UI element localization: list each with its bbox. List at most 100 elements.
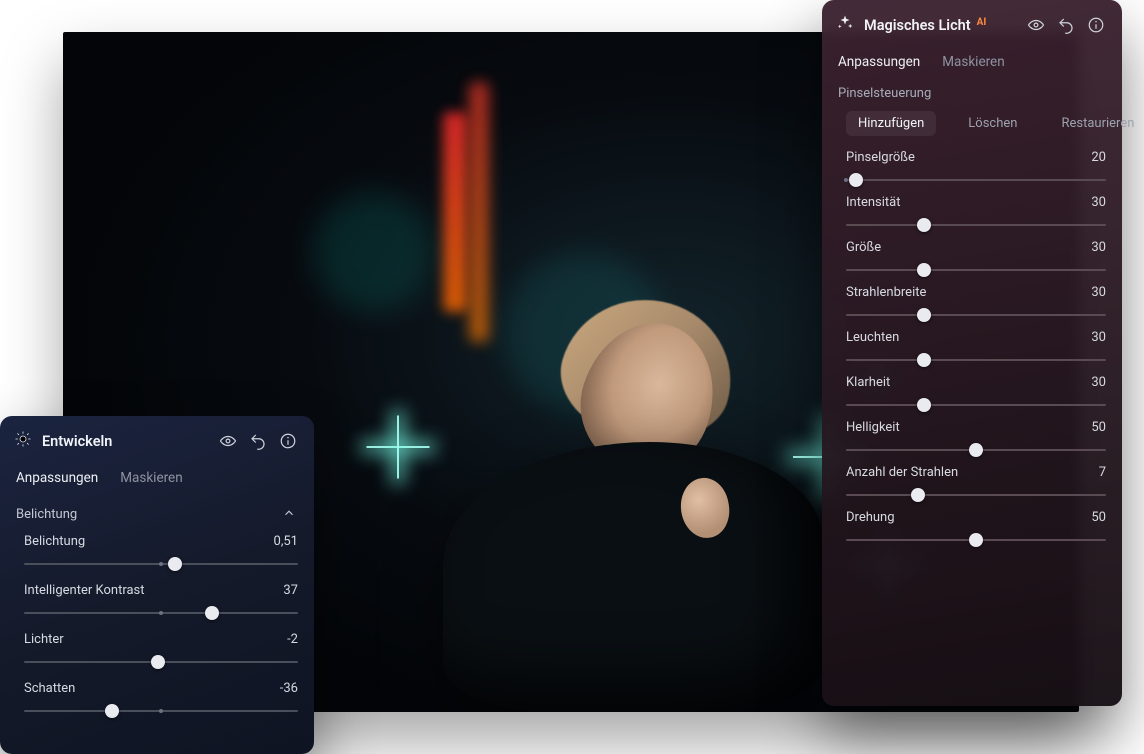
slider-value: 50 [1091, 510, 1106, 525]
undo-icon[interactable] [1056, 15, 1076, 35]
slider-thumb[interactable] [911, 488, 925, 502]
slider-shadows: Schatten -36 [0, 677, 314, 726]
slider-track[interactable] [24, 704, 298, 718]
tab-masking[interactable]: Maskieren [942, 54, 1004, 70]
undo-icon[interactable] [248, 431, 268, 451]
brush-mode-add[interactable]: Hinzufügen [846, 111, 936, 136]
slider-thumb[interactable] [205, 606, 219, 620]
slider-track[interactable] [846, 398, 1106, 412]
slider-track[interactable] [846, 263, 1106, 277]
slider-value: 30 [1091, 285, 1106, 300]
slider-track[interactable] [24, 606, 298, 620]
slider-rail [846, 359, 1106, 361]
info-icon[interactable] [1086, 15, 1106, 35]
brush-mode-erase[interactable]: Löschen [956, 111, 1029, 136]
subject-silhouette [423, 282, 853, 712]
slider-tick [159, 709, 163, 713]
slider-clarity: Klarheit 30 [822, 373, 1122, 418]
sparkle-icon [836, 14, 854, 36]
brush-control-label: Pinselsteuerung [822, 82, 1122, 111]
slider-thumb[interactable] [105, 704, 119, 718]
slider-label: Helligkeit [846, 420, 900, 435]
slider-label: Lichter [24, 632, 64, 647]
brush-mode-restore[interactable]: Restaurieren [1049, 111, 1144, 136]
slider-value: 30 [1091, 375, 1106, 390]
slider-rail [846, 314, 1106, 316]
magic-tabs: Anpassungen Maskieren [822, 48, 1122, 82]
slider-thumb[interactable] [917, 218, 931, 232]
brush-mode-segmented: Hinzufügen Löschen Restaurieren [822, 111, 1122, 148]
slider-glow: Leuchten 30 [822, 328, 1122, 373]
tab-adjustments[interactable]: Anpassungen [838, 54, 920, 70]
info-icon[interactable] [278, 431, 298, 451]
magic-panel-title: Magisches Licht [864, 17, 971, 34]
tab-masking[interactable]: Maskieren [120, 470, 182, 486]
slider-brush_size: Pinselgröße 20 [822, 148, 1122, 193]
slider-value: -2 [287, 632, 298, 647]
slider-track[interactable] [846, 488, 1106, 502]
slider-thumb[interactable] [849, 173, 863, 187]
slider-track[interactable] [846, 308, 1106, 322]
exposure-group-label: Belichtung [16, 507, 77, 522]
slider-value: 30 [1091, 195, 1106, 210]
decor-glow [313, 192, 433, 312]
slider-thumb[interactable] [917, 263, 931, 277]
slider-value: -36 [280, 681, 298, 696]
slider-label: Pinselgröße [846, 150, 915, 165]
slider-highlights: Lichter -2 [0, 628, 314, 677]
chevron-up-icon [282, 506, 298, 522]
slider-value: 20 [1091, 150, 1106, 165]
develop-tabs: Anpassungen Maskieren [0, 464, 314, 498]
slider-track[interactable] [846, 443, 1106, 457]
exposure-group-header[interactable]: Belichtung [0, 498, 314, 530]
magic-sliders: Pinselgröße20Intensität30Größe30Strahlen… [822, 148, 1122, 553]
slider-rail [846, 494, 1106, 496]
slider-label: Anzahl der Strahlen [846, 465, 958, 480]
slider-thumb[interactable] [168, 557, 182, 571]
slider-thumb[interactable] [917, 308, 931, 322]
slider-label: Intelligenter Kontrast [24, 583, 145, 598]
slider-value: 0,51 [274, 534, 298, 549]
slider-label: Drehung [846, 510, 895, 525]
slider-thumb[interactable] [917, 353, 931, 367]
slider-brightness: Helligkeit 50 [822, 418, 1122, 463]
slider-track[interactable] [24, 655, 298, 669]
slider-tick [159, 562, 163, 566]
magic-light-panel: Magisches Licht AI Anpassungen Maskieren… [822, 0, 1122, 706]
slider-label: Strahlenbreite [846, 285, 926, 300]
slider-thumb[interactable] [917, 398, 931, 412]
slider-thumb[interactable] [969, 443, 983, 457]
slider-value: 7 [1099, 465, 1106, 480]
slider-label: Klarheit [846, 375, 890, 390]
slider-value: 30 [1091, 330, 1106, 345]
slider-label: Schatten [24, 681, 75, 696]
slider-intensity: Intensität30 [822, 193, 1122, 238]
slider-track[interactable] [846, 353, 1106, 367]
slider-track[interactable] [846, 218, 1106, 232]
slider-value: 30 [1091, 240, 1106, 255]
slider-rail [846, 224, 1106, 226]
ai-badge: AI [977, 17, 987, 28]
slider-value: 37 [283, 583, 298, 598]
slider-label: Leuchten [846, 330, 899, 345]
eye-icon[interactable] [218, 431, 238, 451]
tab-adjustments[interactable]: Anpassungen [16, 470, 98, 486]
slider-tick [844, 178, 848, 182]
slider-rail [846, 179, 1106, 181]
slider-thumb[interactable] [969, 533, 983, 547]
slider-rotation: Drehung 50 [822, 508, 1122, 553]
slider-contrast: Intelligenter Kontrast 37 [0, 579, 314, 628]
slider-label: Belichtung [24, 534, 85, 549]
slider-track[interactable] [24, 557, 298, 571]
slider-track[interactable] [846, 173, 1106, 187]
develop-panel-title: Entwickeln [42, 433, 112, 450]
slider-tick [159, 611, 163, 615]
slider-value: 50 [1091, 420, 1106, 435]
slider-track[interactable] [846, 533, 1106, 547]
slider-rail [846, 404, 1106, 406]
slider-ray_width: Strahlenbreite 30 [822, 283, 1122, 328]
eye-icon[interactable] [1026, 15, 1046, 35]
develop-sliders: Belichtung 0,51 Intelligenter Kontrast 37 Li… [0, 530, 314, 726]
slider-label: Größe [846, 240, 881, 255]
slider-thumb[interactable] [151, 655, 165, 669]
